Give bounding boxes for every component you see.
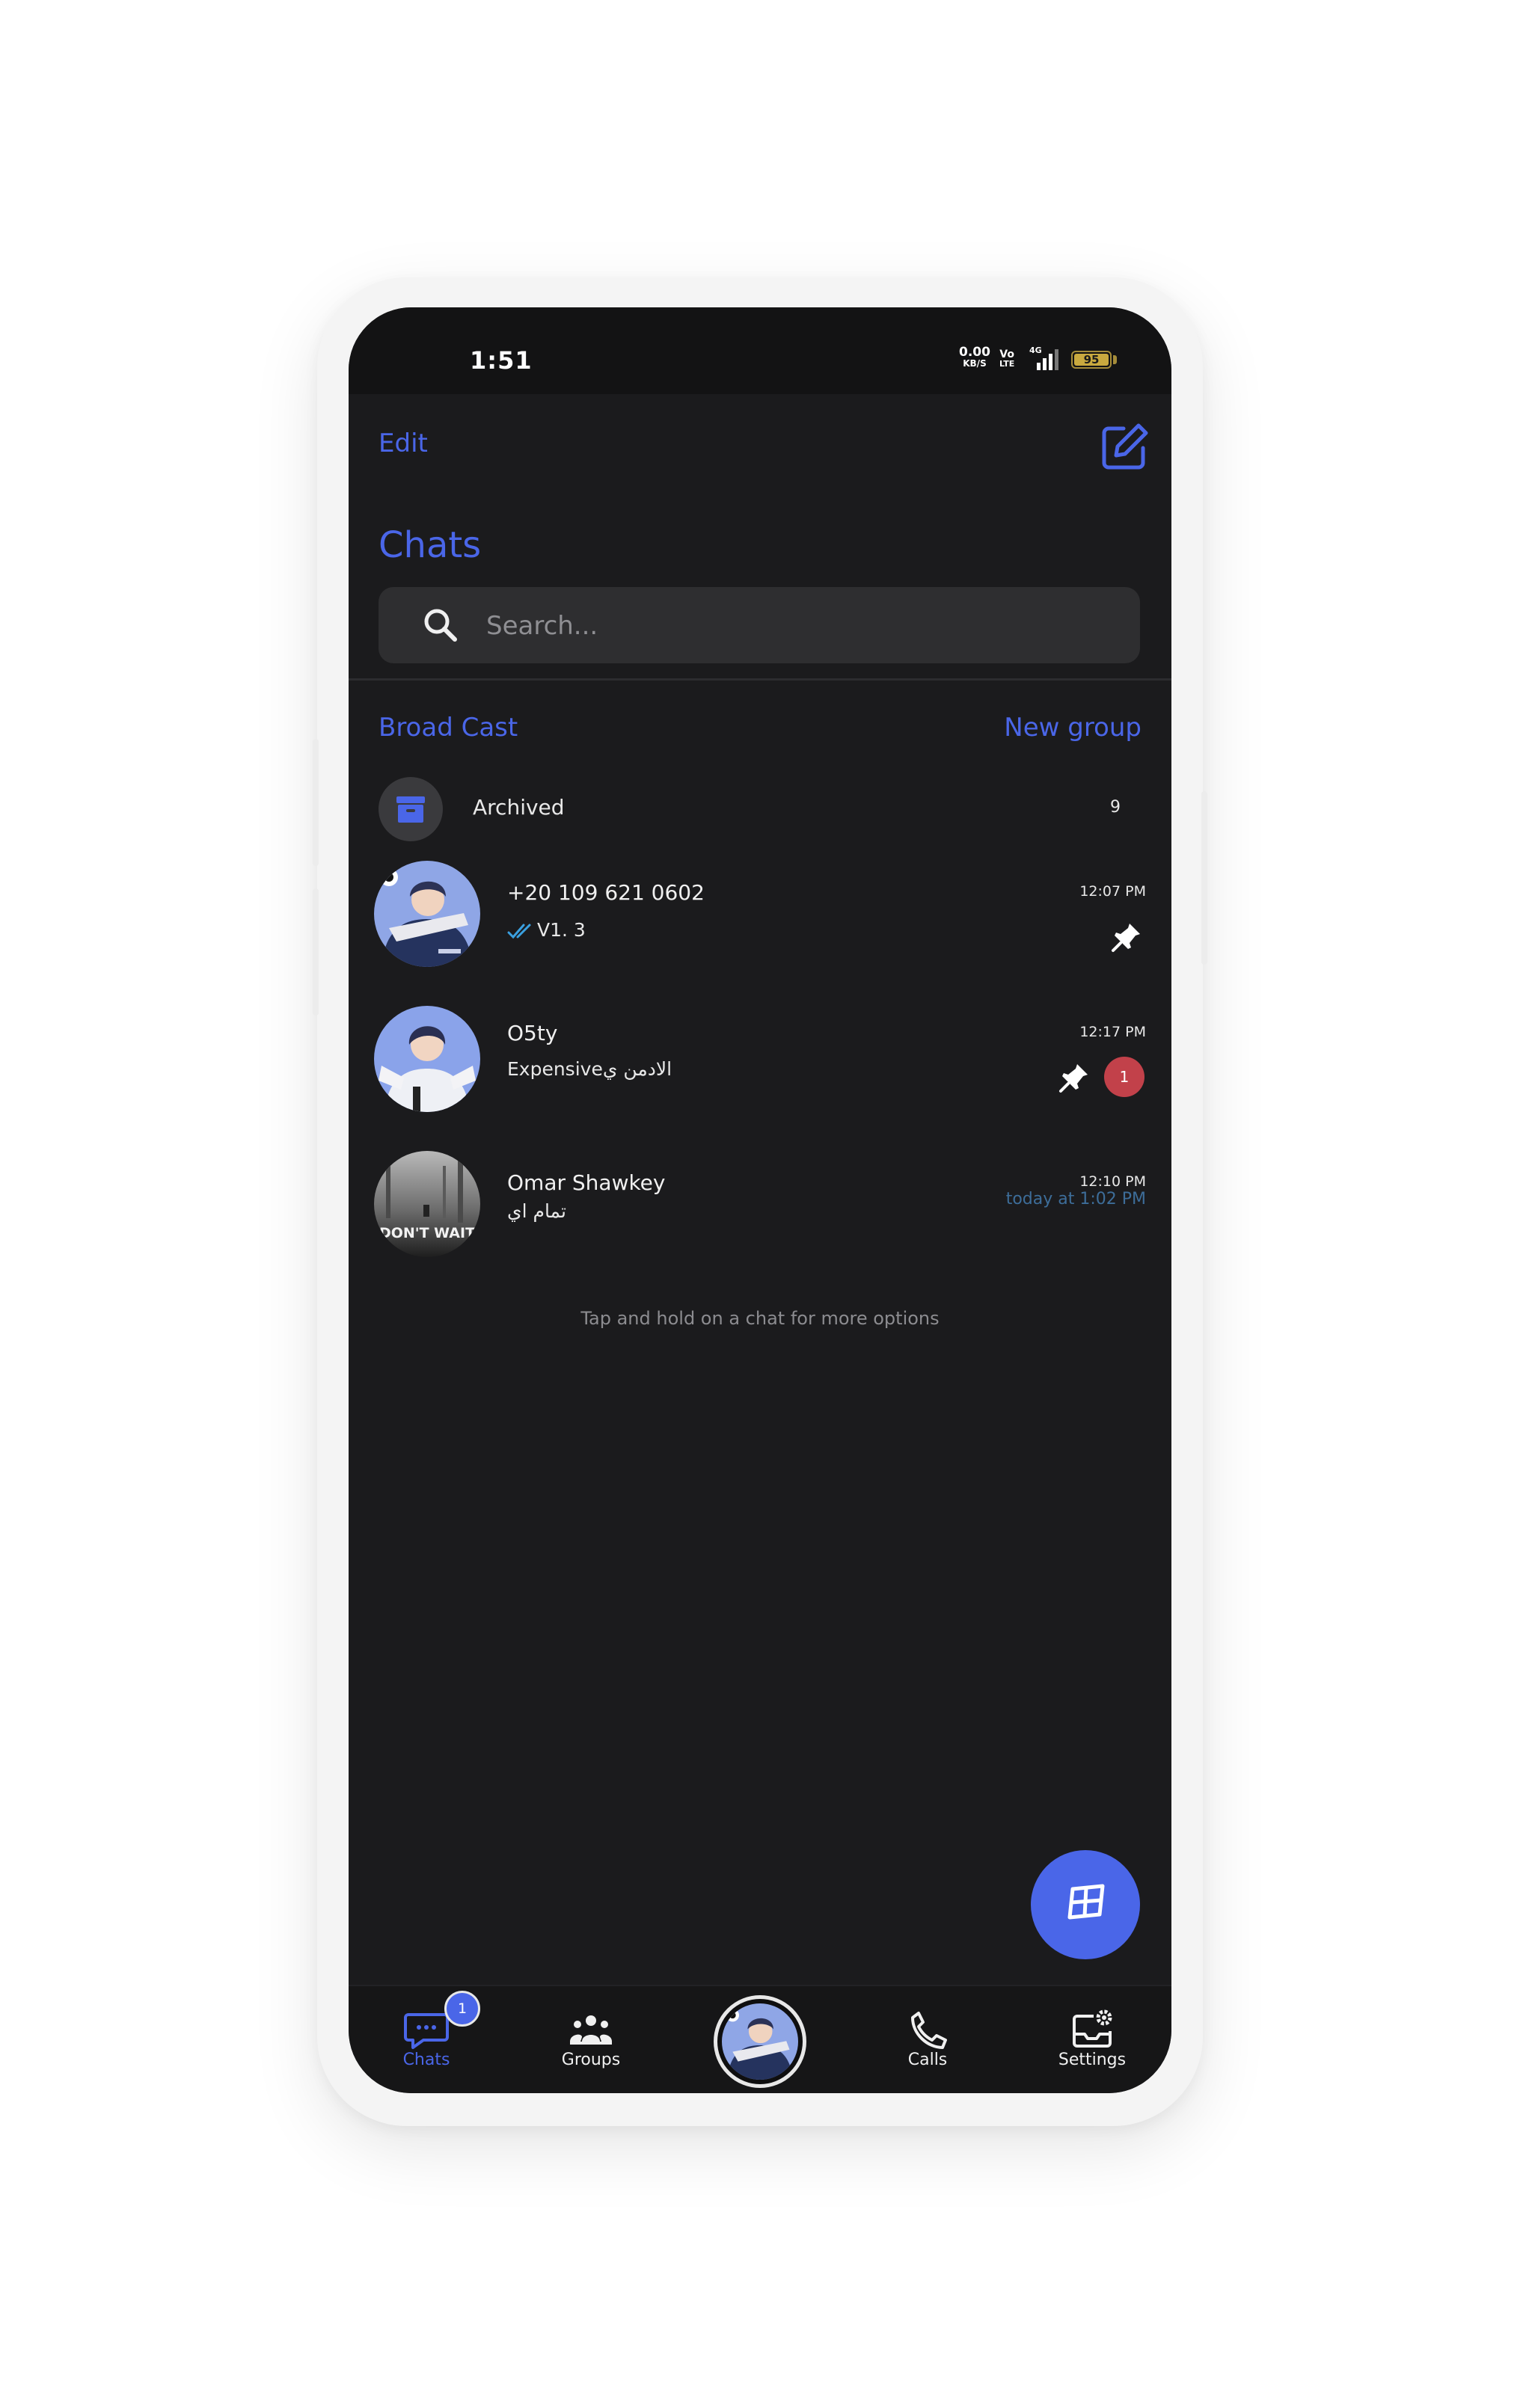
chat-preview: V1. 3 [507, 919, 586, 941]
header-divider [349, 678, 1171, 681]
floating-action-button[interactable] [1031, 1850, 1140, 1959]
settings-icon [1073, 2009, 1112, 2048]
network-speed-value: 0.00 [959, 345, 990, 360]
hint-text: Tap and hold on a chat for more options [580, 1308, 940, 1329]
pin-icon [1112, 924, 1140, 952]
chat-time: 12:10 PM [1079, 1173, 1146, 1190]
avatar [722, 2003, 798, 2080]
volte-indicator: Vo LTE [999, 349, 1014, 368]
battery-level: 95 [1083, 353, 1100, 366]
nav-settings-label: Settings [1058, 2051, 1127, 2069]
phone-side-button [313, 888, 319, 1016]
chat-last-seen: today at 1:02 PM [1005, 1190, 1146, 1208]
status-bar: 1:51 0.00 KB/S Vo LTE 4G 95 [349, 307, 1171, 394]
app-screen: 1:51 0.00 KB/S Vo LTE 4G 95 Edit Chats S… [349, 307, 1171, 2093]
phone-side-button [1201, 791, 1207, 965]
search-icon [424, 609, 457, 642]
avatar-text: DON'T WAIT [379, 1225, 475, 1241]
new-group-button[interactable]: New group [1004, 713, 1142, 743]
edit-button[interactable]: Edit [379, 429, 428, 458]
phone-icon [911, 2012, 947, 2049]
pin-icon [1059, 1064, 1088, 1093]
nav-chats-badge: 1 [444, 1991, 480, 2027]
read-receipt-icon [507, 924, 531, 939]
network-speed-unit: KB/S [963, 358, 987, 369]
compose-icon [1102, 423, 1148, 470]
chat-preview: Expensiveالادمن ي [507, 1058, 672, 1080]
nav-settings[interactable]: Settings [1025, 1986, 1159, 2093]
chat-time: 12:17 PM [1079, 1024, 1146, 1040]
archive-icon [379, 777, 443, 841]
nav-groups[interactable]: Groups [524, 1986, 658, 2093]
bottom-navigation: 1 Chats Groups Calls Settings [349, 1985, 1171, 2093]
chat-preview-text: V1. 3 [537, 919, 586, 941]
profile-avatar-button[interactable] [714, 1995, 806, 2088]
nav-groups-label: Groups [561, 2051, 621, 2069]
nav-calls[interactable]: Calls [860, 1986, 995, 2093]
compose-button[interactable] [1098, 421, 1150, 473]
chat-time: 12:07 PM [1079, 883, 1146, 900]
chat-preview: تمام اي [507, 1200, 566, 1222]
chat-row[interactable]: DON'T WAIT Omar Shawkey تمام اي 12:10 PM… [349, 1151, 1171, 1286]
archived-row[interactable]: Archived 9 [349, 771, 1171, 846]
broadcast-button[interactable]: Broad Cast [379, 713, 518, 743]
phone-side-button [313, 739, 319, 866]
groups-icon [570, 2015, 612, 2045]
chat-icon [404, 2013, 449, 2049]
status-time: 1:51 [470, 346, 533, 375]
network-type-label: 4G [1029, 345, 1042, 355]
avatar [374, 1006, 480, 1112]
volte-top: Vo [999, 348, 1014, 360]
search-bar[interactable] [379, 587, 1140, 663]
chat-name: +20 109 621 0602 [507, 880, 705, 905]
layers-icon [1067, 1884, 1105, 1920]
volte-bottom: LTE [999, 359, 1015, 369]
avatar: DON'T WAIT [374, 1151, 480, 1257]
nav-chats[interactable]: 1 Chats [359, 1986, 494, 2093]
archived-label: Archived [473, 795, 565, 820]
chat-row[interactable]: O5ty Expensiveالادمن ي 12:17 PM 1 [349, 1006, 1171, 1140]
chat-row[interactable]: +20 109 621 0602 V1. 3 12:07 PM [349, 861, 1171, 995]
archived-count: 9 [1110, 798, 1121, 817]
search-input[interactable] [485, 602, 1101, 650]
avatar [374, 861, 480, 967]
chat-name: Omar Shawkey [507, 1170, 666, 1195]
nav-calls-label: Calls [907, 2051, 948, 2069]
chat-name: O5ty [507, 1021, 558, 1045]
network-speed: 0.00 KB/S [959, 345, 990, 369]
battery-icon: 95 [1071, 351, 1112, 369]
unread-badge: 1 [1104, 1057, 1144, 1097]
signal-icon: 4G [1029, 345, 1058, 370]
page-title: Chats [379, 524, 482, 566]
nav-chats-label: Chats [402, 2051, 450, 2069]
